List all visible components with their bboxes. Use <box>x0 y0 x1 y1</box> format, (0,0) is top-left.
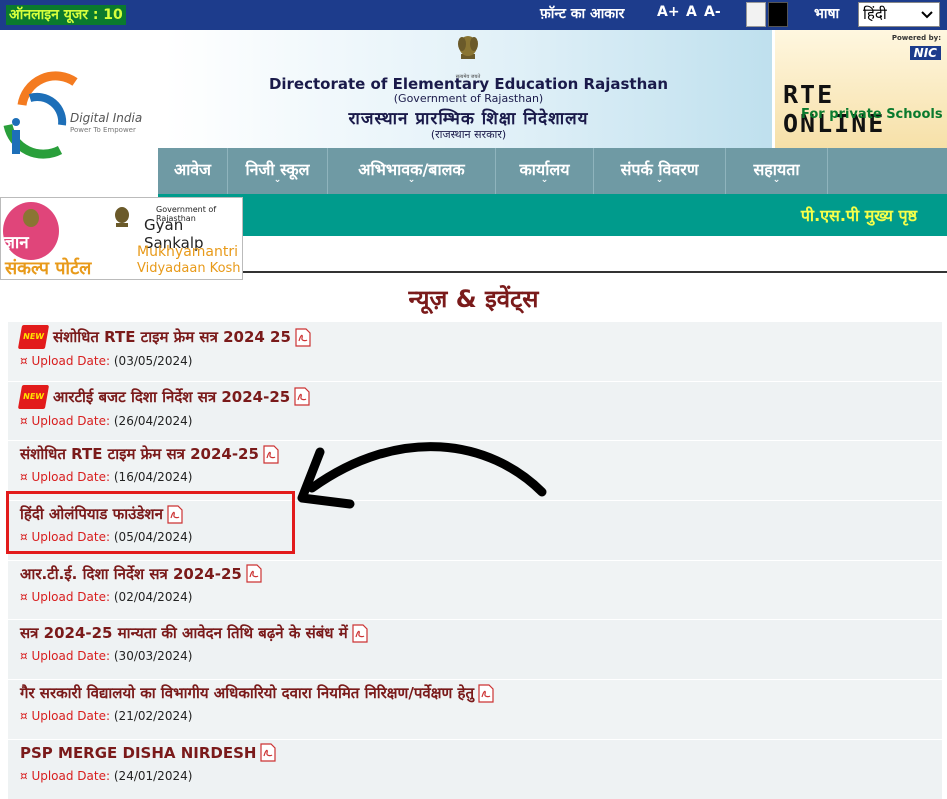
dark-theme-button[interactable] <box>768 2 788 27</box>
new-badge: NEW <box>17 384 50 409</box>
nic-badge: Powered by: NIC <box>892 34 941 61</box>
pdf-icon[interactable] <box>263 445 279 464</box>
news-item-link[interactable]: NEW आरटीई बजट दिशा निर्देश सत्र 2024-25 <box>17 384 310 409</box>
upload-date-label: ¤ Upload Date: <box>20 413 111 428</box>
new-badge: NEW <box>17 325 50 349</box>
news-item-link[interactable]: PSP MERGE DISHA NIRDESH <box>20 742 277 764</box>
news-item-title: सत्र 2024-25 मान्यता की आवेदन तिथि बढ़ने… <box>20 624 348 643</box>
banner-hindi-subtitle: (राजस्थान सरकार) <box>430 128 507 141</box>
gyan-logo-text: ज्ञान <box>4 233 29 253</box>
upload-date: (02/04/2024) <box>113 589 193 604</box>
news-item-title: गैर सरकारी विद्यालयो का विभागीय अधिकारिय… <box>20 684 475 703</box>
list-item: PSP MERGE DISHA NIRDESH ¤ Upload Date: (… <box>8 738 942 799</box>
digital-india-icon <box>3 71 78 159</box>
upload-date-label: ¤ Upload Date: <box>20 649 111 664</box>
list-item: गैर सरकारी विद्यालयो का विभागीय अधिकारिय… <box>8 679 942 739</box>
ashoka-emblem-icon: सत्यमेव जयते <box>453 32 483 80</box>
news-item-title: आर.टी.ई. दिशा निर्देश सत्र 2024-25 <box>20 564 242 583</box>
font-decrease-button[interactable]: A- <box>704 4 721 20</box>
digital-india-tagline: Power To Empower <box>70 126 136 134</box>
nav-item-help[interactable]: सहायता ⌄ <box>726 148 828 194</box>
ashoka-emblem-icon <box>111 204 133 236</box>
rte-online-subtitle: For private Schools <box>801 107 943 122</box>
vidyadaan-kosh-text: Vidyadaan Kosh <box>137 261 241 276</box>
news-item-link[interactable]: संशोधित RTE टाइम फ्रेम सत्र 2024-25 <box>20 443 279 465</box>
psp-home-link[interactable]: पी.एस.पी मुख्य पृष्ठ <box>801 204 917 226</box>
digital-india-logo[interactable]: Digital India Power To Empower <box>0 30 160 190</box>
annotation-arrow-icon <box>290 430 560 524</box>
chevron-down-icon: ⌄ <box>407 175 416 185</box>
top-utility-bar: ऑनलाइन यूजर : 10 फ़ॉन्ट का आकार A+ A A- … <box>0 0 947 30</box>
upload-date: (30/03/2024) <box>113 649 193 664</box>
news-item-link[interactable]: सत्र 2024-25 मान्यता की आवेदन तिथि बढ़ने… <box>20 622 368 644</box>
language-selected-value: हिंदी <box>863 5 887 23</box>
nav-item-guardian[interactable]: अभिभावक/बालक ⌄ <box>328 148 496 194</box>
nav-item-label: आवेज <box>173 160 212 179</box>
upload-date: (16/04/2024) <box>113 470 193 485</box>
pdf-icon[interactable] <box>246 564 262 583</box>
chevron-down-icon: ⌄ <box>655 175 664 185</box>
language-label: भाषा <box>814 6 840 22</box>
nav-item-private-school[interactable]: निजी स्कूल ⌄ <box>228 148 328 194</box>
digital-india-text: Digital India <box>70 111 143 125</box>
font-normal-button[interactable]: A <box>686 4 697 20</box>
sankalp-portal-text: संकल्प पोर्टल <box>5 258 92 279</box>
pdf-icon[interactable] <box>478 684 494 703</box>
nav-item-contact[interactable]: संपर्क विवरण ⌄ <box>594 148 726 194</box>
news-item-title: PSP MERGE DISHA NIRDESH <box>20 743 257 762</box>
chevron-down-icon: ⌄ <box>273 175 282 185</box>
pdf-icon[interactable] <box>352 624 368 643</box>
upload-date-label: ¤ Upload Date: <box>20 354 111 368</box>
mukhyamantri-text: Mukhyamantri <box>137 244 239 260</box>
online-users-counter: ऑनलाइन यूजर : 10 <box>6 5 126 25</box>
news-item-title: संशोधित RTE टाइम फ्रेम सत्र 2024-25 <box>20 445 259 464</box>
news-item-link[interactable]: गैर सरकारी विद्यालयो का विभागीय अधिकारिय… <box>20 682 494 704</box>
upload-date: (26/04/2024) <box>113 413 193 428</box>
list-item: NEW संशोधित RTE टाइम फ्रेम सत्र 2024 25 … <box>8 321 942 381</box>
directorate-banner: सत्यमेव जयते Directorate of Elementary E… <box>165 30 772 148</box>
chevron-down-icon: ⌄ <box>772 175 781 185</box>
sub-header-bar: पी.एस.पी मुख्य पृष्ठ <box>158 194 947 236</box>
highlight-annotation-box <box>6 491 295 554</box>
gyan-sankalp-banner[interactable]: ज्ञान संकल्प पोर्टल Government of Rajast… <box>0 197 243 280</box>
banner-hindi-title: राजस्थान प्रारम्भिक शिक्षा निदेशालय <box>348 109 589 129</box>
news-item-link[interactable]: NEW संशोधित RTE टाइम फ्रेम सत्र 2024 25 <box>17 325 311 349</box>
pdf-icon[interactable] <box>294 387 310 406</box>
news-item-title: संशोधित RTE टाइम फ्रेम सत्र 2024 25 <box>52 328 291 346</box>
banner-title: Directorate of Elementary Education Raja… <box>268 75 669 93</box>
pdf-icon[interactable] <box>295 327 311 347</box>
powered-by-label: Powered by: <box>891 34 941 42</box>
chevron-down-icon: ⌄ <box>540 175 549 185</box>
light-theme-button[interactable] <box>746 2 766 27</box>
news-list: NEW संशोधित RTE टाइम फ्रेम सत्र 2024 25 … <box>8 321 942 799</box>
nav-item-office[interactable]: कार्यालय ⌄ <box>496 148 594 194</box>
main-navigation: आवेज निजी स्कूल ⌄ अभिभावक/बालक ⌄ कार्याल… <box>158 148 947 194</box>
upload-date: (03/05/2024) <box>113 354 193 368</box>
upload-date-label: ¤ Upload Date: <box>20 709 111 724</box>
news-item-title: आरटीई बजट दिशा निर्देश सत्र 2024-25 <box>52 387 291 406</box>
upload-date-label: ¤ Upload Date: <box>20 589 111 604</box>
divider <box>243 271 947 273</box>
upload-date-label: ¤ Upload Date: <box>20 470 111 485</box>
font-increase-button[interactable]: A+ <box>657 4 680 20</box>
rte-online-logo[interactable]: Powered by: NIC RTE ONLINE For private S… <box>775 30 947 148</box>
upload-date: (21/02/2024) <box>113 709 193 724</box>
font-size-label: फ़ॉन्ट का आकार <box>540 6 625 22</box>
list-item: सत्र 2024-25 मान्यता की आवेदन तिथि बढ़ने… <box>8 619 942 680</box>
pdf-icon[interactable] <box>260 743 277 762</box>
upload-date: (24/01/2024) <box>113 768 193 783</box>
nic-logo: NIC <box>909 46 941 60</box>
upload-date-label: ¤ Upload Date: <box>20 768 111 783</box>
banner-subtitle: (Government of Rajasthan) <box>393 92 544 105</box>
news-item-link[interactable]: आर.टी.ई. दिशा निर्देश सत्र 2024-25 <box>20 563 262 585</box>
list-item: आर.टी.ई. दिशा निर्देश सत्र 2024-25 ¤ Upl… <box>8 559 942 620</box>
nav-item-aavedan[interactable]: आवेज <box>158 148 228 194</box>
news-events-heading: न्यूज़ & इवेंट्स <box>408 285 539 313</box>
language-select[interactable]: हिंदी <box>858 2 940 27</box>
